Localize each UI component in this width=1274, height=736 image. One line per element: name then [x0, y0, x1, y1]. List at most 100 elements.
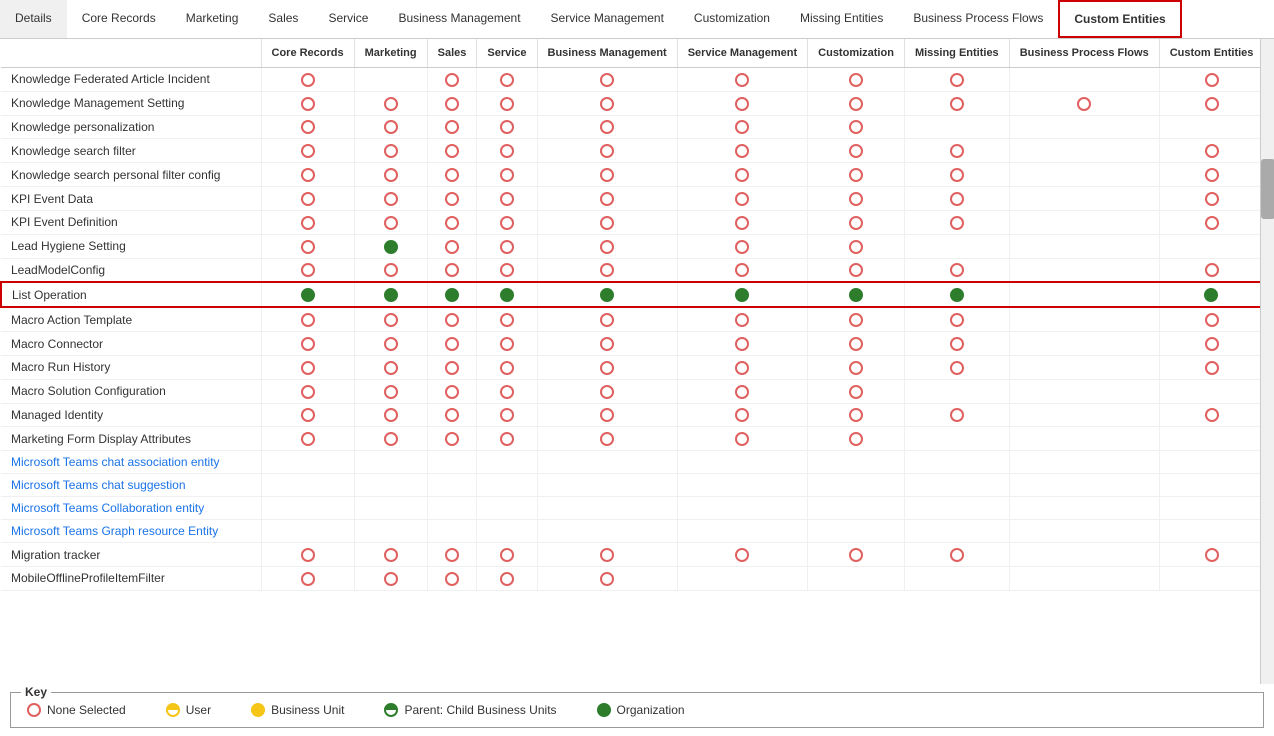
entity-cell[interactable]: [427, 451, 477, 474]
entity-cell[interactable]: [904, 68, 1009, 92]
entity-cell[interactable]: [477, 451, 537, 474]
entity-cell[interactable]: [427, 163, 477, 187]
tab-custom-entities[interactable]: Custom Entities: [1058, 0, 1181, 38]
entity-cell[interactable]: [1009, 210, 1159, 234]
table-wrapper[interactable]: Core Records Marketing Sales Service Bus…: [0, 39, 1260, 684]
entity-cell[interactable]: [904, 427, 1009, 451]
entity-cell[interactable]: [537, 497, 677, 520]
entity-cell[interactable]: [904, 115, 1009, 139]
entity-cell[interactable]: [1159, 139, 1260, 163]
entity-cell[interactable]: [261, 567, 354, 591]
entity-cell[interactable]: [808, 139, 905, 163]
entity-cell[interactable]: [427, 307, 477, 331]
entity-cell[interactable]: [261, 403, 354, 427]
entity-cell[interactable]: [261, 451, 354, 474]
entity-cell[interactable]: [537, 91, 677, 115]
entity-cell[interactable]: [354, 332, 427, 356]
entity-cell[interactable]: [808, 282, 905, 307]
entity-cell[interactable]: [1159, 355, 1260, 379]
entity-cell[interactable]: [1009, 91, 1159, 115]
entity-name[interactable]: Microsoft Teams chat association entity: [1, 451, 261, 474]
entity-cell[interactable]: [1159, 282, 1260, 307]
entity-cell[interactable]: [354, 115, 427, 139]
entity-cell[interactable]: [477, 210, 537, 234]
entity-cell[interactable]: [677, 379, 807, 403]
entity-cell[interactable]: [477, 258, 537, 282]
entity-cell[interactable]: [904, 543, 1009, 567]
entity-cell[interactable]: [354, 163, 427, 187]
entity-cell[interactable]: [427, 258, 477, 282]
entity-cell[interactable]: [1009, 258, 1159, 282]
entity-cell[interactable]: [808, 427, 905, 451]
entity-cell[interactable]: [354, 427, 427, 451]
entity-cell[interactable]: [677, 282, 807, 307]
entity-cell[interactable]: [808, 234, 905, 258]
entity-cell[interactable]: [537, 427, 677, 451]
entity-cell[interactable]: [477, 567, 537, 591]
entity-cell[interactable]: [677, 355, 807, 379]
entity-cell[interactable]: [1009, 139, 1159, 163]
entity-cell[interactable]: [537, 474, 677, 497]
entity-cell[interactable]: [904, 258, 1009, 282]
entity-cell[interactable]: [1009, 68, 1159, 92]
entity-cell[interactable]: [904, 355, 1009, 379]
entity-cell[interactable]: [537, 187, 677, 211]
entity-cell[interactable]: [904, 163, 1009, 187]
entity-cell[interactable]: [354, 282, 427, 307]
entity-cell[interactable]: [261, 258, 354, 282]
entity-cell[interactable]: [261, 139, 354, 163]
entity-cell[interactable]: [808, 403, 905, 427]
entity-cell[interactable]: [477, 427, 537, 451]
entity-cell[interactable]: [477, 139, 537, 163]
entity-cell[interactable]: [427, 210, 477, 234]
entity-cell[interactable]: [1009, 497, 1159, 520]
entity-name[interactable]: Microsoft Teams Graph resource Entity: [1, 520, 261, 543]
entity-cell[interactable]: [427, 139, 477, 163]
entity-cell[interactable]: [427, 68, 477, 92]
entity-cell[interactable]: [537, 543, 677, 567]
entity-cell[interactable]: [537, 307, 677, 331]
entity-cell[interactable]: [537, 332, 677, 356]
entity-cell[interactable]: [354, 91, 427, 115]
entity-cell[interactable]: [537, 139, 677, 163]
entity-cell[interactable]: [261, 332, 354, 356]
entity-cell[interactable]: [904, 567, 1009, 591]
entity-cell[interactable]: [354, 210, 427, 234]
entity-cell[interactable]: [537, 115, 677, 139]
entity-cell[interactable]: [354, 234, 427, 258]
entity-cell[interactable]: [354, 68, 427, 92]
entity-cell[interactable]: [1159, 520, 1260, 543]
entity-cell[interactable]: [354, 543, 427, 567]
entity-cell[interactable]: [427, 403, 477, 427]
entity-cell[interactable]: [354, 355, 427, 379]
entity-cell[interactable]: [477, 403, 537, 427]
entity-cell[interactable]: [1159, 379, 1260, 403]
entity-cell[interactable]: [677, 567, 807, 591]
entity-cell[interactable]: [1009, 307, 1159, 331]
tab-missing-entities[interactable]: Missing Entities: [785, 0, 898, 38]
entity-cell[interactable]: [477, 163, 537, 187]
entity-cell[interactable]: [477, 332, 537, 356]
entity-cell[interactable]: [261, 427, 354, 451]
entity-cell[interactable]: [477, 543, 537, 567]
entity-cell[interactable]: [1159, 403, 1260, 427]
entity-cell[interactable]: [477, 520, 537, 543]
entity-cell[interactable]: [808, 379, 905, 403]
entity-cell[interactable]: [354, 379, 427, 403]
entity-cell[interactable]: [904, 139, 1009, 163]
entity-cell[interactable]: [808, 474, 905, 497]
scrollbar-track[interactable]: [1260, 39, 1274, 684]
entity-cell[interactable]: [1009, 379, 1159, 403]
entity-cell[interactable]: [537, 355, 677, 379]
entity-cell[interactable]: [808, 497, 905, 520]
entity-cell[interactable]: [261, 379, 354, 403]
entity-cell[interactable]: [477, 307, 537, 331]
entity-cell[interactable]: [904, 91, 1009, 115]
entity-cell[interactable]: [677, 210, 807, 234]
entity-cell[interactable]: [537, 163, 677, 187]
entity-cell[interactable]: [1009, 355, 1159, 379]
entity-cell[interactable]: [477, 355, 537, 379]
entity-cell[interactable]: [1009, 474, 1159, 497]
entity-cell[interactable]: [808, 187, 905, 211]
tab-core-records[interactable]: Core Records: [67, 0, 171, 38]
